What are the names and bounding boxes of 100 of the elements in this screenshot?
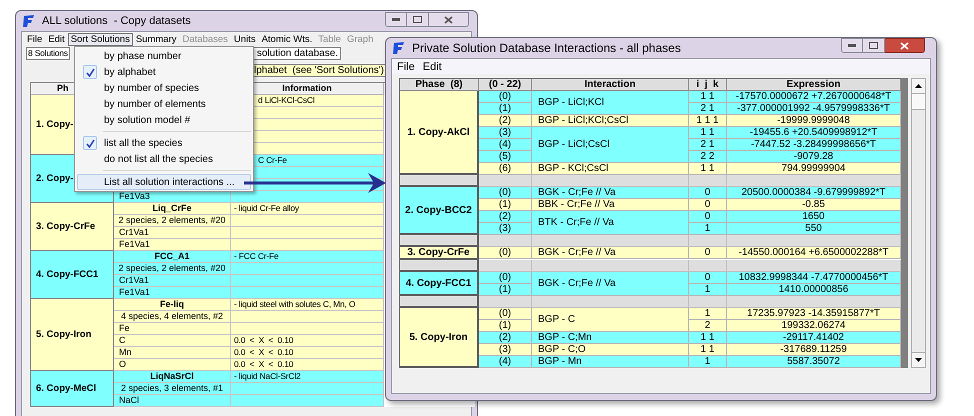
scroll-up-button[interactable] xyxy=(912,79,925,94)
index-cell: (1) xyxy=(479,320,532,332)
interaction-cell: BGK - Cr;Fe // Va xyxy=(532,272,689,296)
interaction-cell: BGP - C;Mn xyxy=(532,332,689,344)
close-icon xyxy=(900,42,909,50)
menu-option[interactable]: List all solution interactions ... xyxy=(77,174,251,190)
expression-cell: -9079.28 xyxy=(727,151,901,163)
phase-cell: 4. Copy-FCC1 xyxy=(400,272,479,296)
species-cell: C xyxy=(114,335,231,347)
expression-cell: 1650 xyxy=(727,211,901,223)
column-header: Interaction xyxy=(532,79,689,91)
index-cell: (2) xyxy=(479,211,532,223)
maximize-icon xyxy=(413,16,422,23)
expression-cell: 5587.35072 xyxy=(727,356,901,368)
expression-cell: 20500.0000384 -9.679999892*T xyxy=(727,187,901,199)
species-cell: Mn xyxy=(114,347,231,359)
interaction-cell: BGK - Cr;Fe // Va xyxy=(532,187,689,199)
close-button[interactable] xyxy=(885,38,925,53)
index-cell: (4) xyxy=(479,356,532,368)
interaction-cell: BGK - Cr;Fe // Va xyxy=(532,247,689,259)
scroll-thumb[interactable] xyxy=(912,94,925,110)
ijk-cell: 0 xyxy=(689,211,727,223)
expression-cell: 794.99999904 xyxy=(727,163,901,175)
ijk-cell: 0 xyxy=(689,247,727,259)
ijk-cell: 1 1 xyxy=(689,91,727,103)
app-logo-icon xyxy=(22,14,36,28)
phase-cell: 6. Copy-MeCl xyxy=(31,371,114,407)
menu-item[interactable]: Summary xyxy=(132,32,180,46)
index-cell: (3) xyxy=(479,344,532,356)
species-cell: 2 species, 2 elements, #20 xyxy=(114,215,231,227)
information-cell: 0.0 < X < 0.10 xyxy=(231,335,384,347)
menu-item[interactable]: Edit xyxy=(45,32,68,46)
ijk-cell: 2 xyxy=(689,320,727,332)
column-header: Expression xyxy=(727,79,901,91)
species-cell: NaCl xyxy=(114,395,231,407)
interaction-cell: BBK - Cr;Fe // Va xyxy=(532,199,689,211)
menu-item[interactable]: Atomic Wts. xyxy=(258,32,316,46)
up-triangle-icon xyxy=(915,84,922,88)
species-cell: Fe1Va3 xyxy=(114,191,231,203)
phase-cell: 1. Copy-AkCl xyxy=(400,91,479,175)
ijk-cell: 2 1 xyxy=(689,139,727,151)
interaction-cell: BGP - C;O xyxy=(532,344,689,356)
phase-cell: 4. Copy-FCC1 xyxy=(31,251,114,299)
index-cell: (0) xyxy=(479,272,532,284)
scroll-down-button[interactable] xyxy=(912,352,925,367)
menu-item[interactable]: Units xyxy=(230,32,259,46)
maximize-button[interactable] xyxy=(407,12,429,27)
expression-cell: 1410.00000856 xyxy=(727,284,901,296)
ijk-cell: 0 xyxy=(689,199,727,211)
interaction-cell: BGP - Mn xyxy=(532,356,689,368)
ijk-cell: 1 1 xyxy=(689,127,727,139)
species-cell: FCC_A1 xyxy=(114,251,231,263)
interaction-cell: BTK - Cr;Fe // Va xyxy=(532,211,689,235)
species-cell: Cr1Va1 xyxy=(114,227,231,239)
expression-cell: 199332.06274 xyxy=(727,320,901,332)
ijk-cell: 2 1 xyxy=(689,103,727,115)
expression-cell: 550 xyxy=(727,223,901,235)
expression-cell: -0.85 xyxy=(727,199,901,211)
menu-item[interactable]: Sort Solutions xyxy=(68,32,133,46)
index-cell: (5) xyxy=(479,151,532,163)
expression-cell: -19455.6 +20.5409998912*T xyxy=(727,127,901,139)
species-cell: 4 species, 4 elements, #2 xyxy=(114,311,231,323)
index-cell: (0) xyxy=(479,187,532,199)
ijk-cell: 1 1 xyxy=(689,344,727,356)
phase-cell: 3. Copy-CrFe xyxy=(31,203,114,251)
interaction-cell: BGP - KCl;CsCl xyxy=(532,163,689,175)
ijk-cell: 1 1 1 xyxy=(689,115,727,127)
scrollbar[interactable] xyxy=(911,78,926,368)
index-cell: (3) xyxy=(479,223,532,235)
expression-cell: -29117.41402 xyxy=(727,332,901,344)
index-cell: (1) xyxy=(479,199,532,211)
minimize-button[interactable] xyxy=(841,38,863,53)
species-cell: Fe1Va1 xyxy=(114,287,231,299)
index-cell: (0) xyxy=(479,308,532,320)
species-cell: O xyxy=(114,359,231,371)
menu-option[interactable]: by alphabet xyxy=(77,64,251,80)
menu-option[interactable]: by phase number xyxy=(77,48,251,64)
species-cell: LiqNaSrCl xyxy=(114,371,231,383)
ijk-cell: 1 xyxy=(689,308,727,320)
phase-cell: 5. Copy-Iron xyxy=(400,308,479,368)
ijk-cell: 1 xyxy=(689,223,727,235)
menu-item[interactable]: File xyxy=(394,60,418,74)
ijk-cell: 0 xyxy=(689,187,727,199)
down-triangle-icon xyxy=(915,358,922,362)
species-cell: Fe1Va1 xyxy=(114,239,231,251)
menu-item[interactable]: File xyxy=(24,32,46,46)
information-cell: 0.0 < X < 0.10 xyxy=(231,359,384,371)
species-cell: 2 species, 2 elements, #20 xyxy=(114,263,231,275)
index-cell: (3) xyxy=(479,127,532,139)
interaction-cell: BGP - LiCl;KCl xyxy=(532,91,689,115)
menu-item[interactable]: Edit xyxy=(420,60,445,74)
ijk-cell: 0 xyxy=(689,272,727,284)
phase-cell: 5. Copy-Iron xyxy=(31,299,114,371)
maximize-button[interactable] xyxy=(863,38,885,53)
expression-cell: -7447.52 -3.28499998656*T xyxy=(727,139,901,151)
species-cell: Fe xyxy=(114,323,231,335)
minimize-button[interactable] xyxy=(385,12,407,27)
close-button[interactable] xyxy=(429,12,469,27)
expression-cell: -317689.11259 xyxy=(727,344,901,356)
information-cell: - liquid Cr-Fe alloy xyxy=(231,203,384,215)
